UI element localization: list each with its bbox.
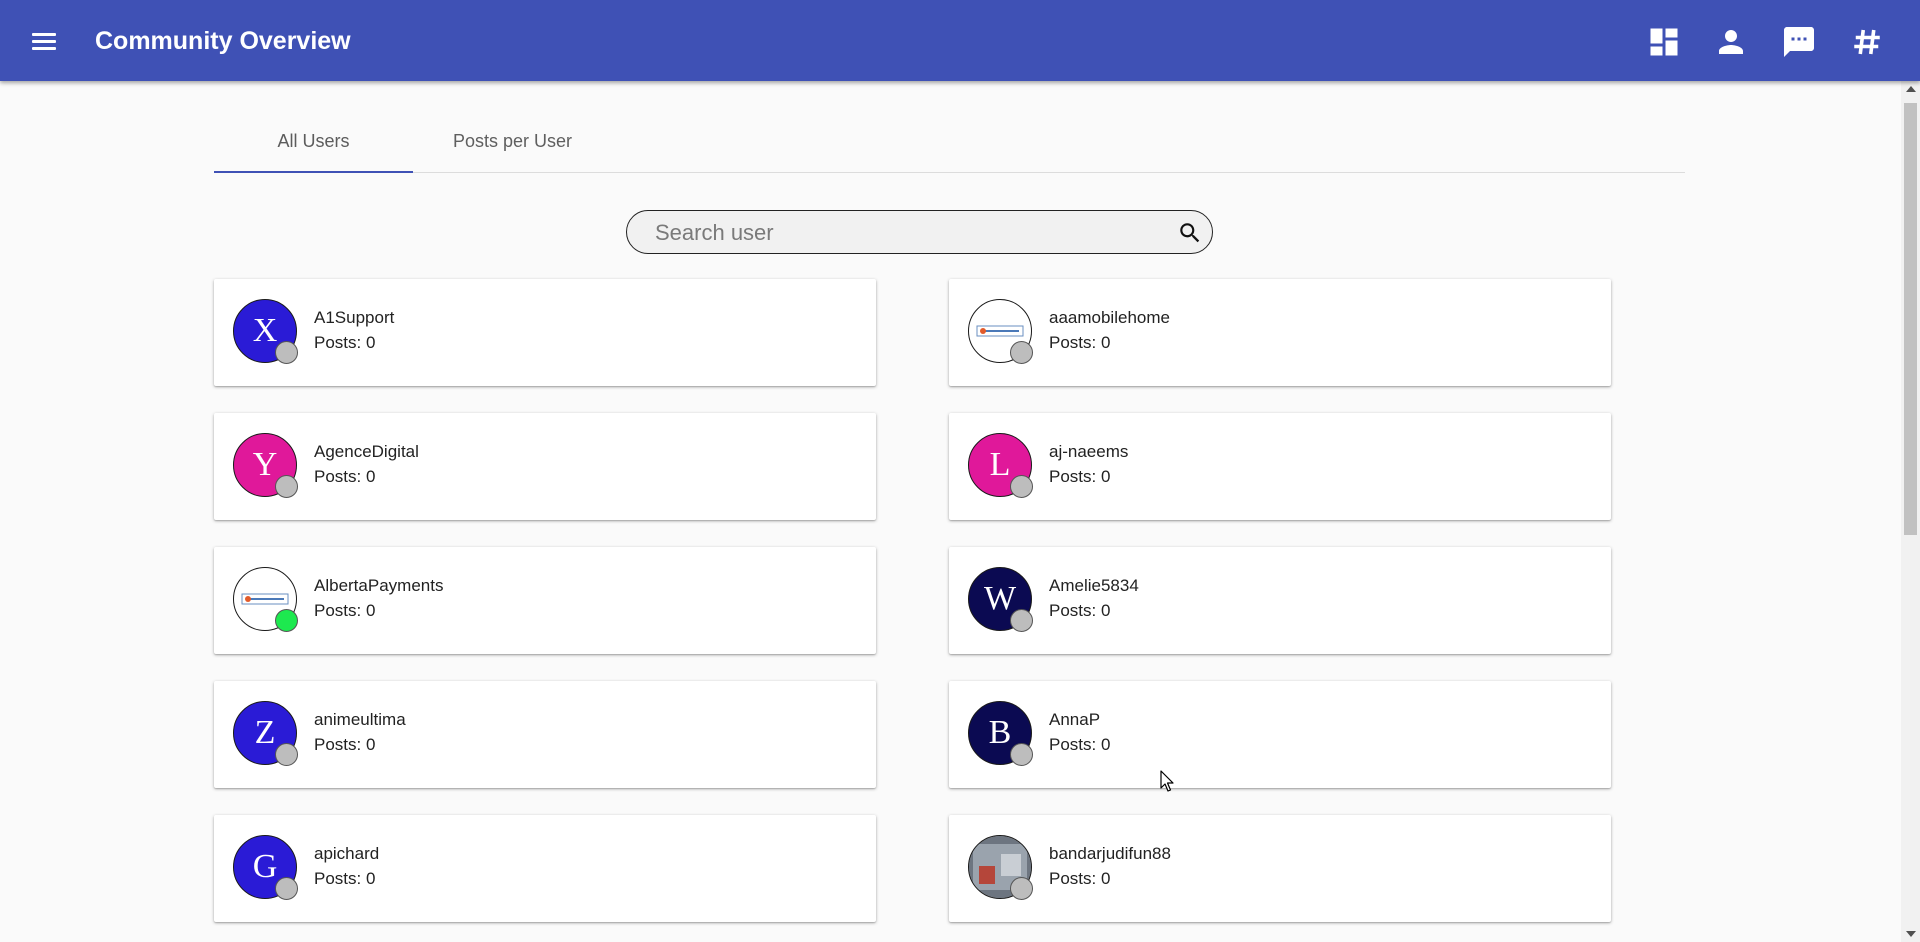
offline-status-indicator [1010, 877, 1033, 900]
offline-status-indicator [275, 743, 298, 766]
user-card[interactable]: bandarjudifun88 Posts: 0 [949, 815, 1611, 922]
avatar: G [233, 835, 298, 900]
user-name: apichard [314, 844, 380, 863]
user-card[interactable]: aaamobilehome Posts: 0 [949, 279, 1611, 386]
user-name: AnnaP [1049, 710, 1101, 729]
user-post-count: Posts: 0 [1049, 735, 1111, 754]
offline-status-indicator [1010, 743, 1033, 766]
tab-label: Posts per User [452, 131, 573, 151]
search-input[interactable] [653, 217, 1157, 249]
user-post-count: Posts: 0 [1049, 869, 1111, 888]
user-card[interactable]: Gapichard Posts: 0 [214, 815, 876, 922]
user-post-count: Posts: 0 [314, 333, 376, 352]
scroll-down-arrow-icon[interactable] [1901, 925, 1920, 942]
search-box [626, 210, 1213, 254]
avatar [233, 567, 298, 632]
user-card[interactable]: AlbertaPayments Posts: 0 [214, 547, 876, 654]
hamburger-menu-icon[interactable] [29, 26, 61, 58]
offline-status-indicator [275, 877, 298, 900]
avatar [968, 835, 1033, 900]
tab-label: All Users [277, 131, 350, 151]
user-post-count: Posts: 0 [314, 601, 376, 620]
user-post-count: Posts: 0 [1049, 601, 1111, 620]
user-card[interactable]: B AnnaP Posts: 0 [949, 681, 1611, 788]
user-post-count: Posts: 0 [314, 735, 376, 754]
avatar: X [233, 299, 298, 364]
scrollbar-thumb[interactable] [1904, 103, 1917, 535]
avatar: Z [233, 701, 298, 766]
user-post-count: Posts: 0 [1049, 467, 1111, 486]
user-name: AgenceDigital [314, 442, 419, 461]
user-name: bandarjudifun88 [1049, 844, 1171, 863]
user-name: Amelie5834 [1049, 576, 1139, 595]
user-card[interactable]: X A1Support Posts: 0 [214, 279, 876, 386]
offline-status-indicator [1010, 341, 1033, 364]
tab-all-users[interactable]: All Users [214, 112, 413, 173]
chat-icon[interactable] [1781, 24, 1817, 60]
page-title: Community Overview [95, 27, 351, 55]
online-status-indicator [275, 609, 298, 632]
user-name: A1Support [314, 308, 395, 327]
tab-posts-per-user[interactable]: Posts per User [413, 112, 612, 171]
app-bar: Community Overview [0, 0, 1920, 81]
user-card[interactable]: Zanimeultima Posts: 0 [214, 681, 876, 788]
user-name: aaamobilehome [1049, 308, 1170, 327]
avatar: B [968, 701, 1033, 766]
user-name: aj-naeems [1049, 442, 1129, 461]
mouse-cursor-icon [1160, 770, 1176, 794]
search-icon[interactable] [1177, 220, 1203, 246]
user-card[interactable]: Laj-naeems Posts: 0 [949, 413, 1611, 520]
user-name: AlbertaPayments [314, 576, 444, 595]
avatar: L [968, 433, 1033, 498]
offline-status-indicator [1010, 475, 1033, 498]
avatar [968, 299, 1033, 364]
offline-status-indicator [275, 341, 298, 364]
person-icon[interactable] [1713, 24, 1749, 60]
tab-bar: All Users Posts per User [214, 112, 1685, 173]
hashtag-icon[interactable] [1849, 24, 1885, 60]
scroll-up-arrow-icon[interactable] [1901, 81, 1920, 98]
vertical-scrollbar[interactable] [1901, 81, 1920, 942]
user-post-count: Posts: 0 [1049, 333, 1111, 352]
avatar: Y [233, 433, 298, 498]
user-post-count: Posts: 0 [314, 467, 376, 486]
offline-status-indicator [275, 475, 298, 498]
user-card[interactable]: W Amelie5834 Posts: 0 [949, 547, 1611, 654]
dashboard-icon[interactable] [1646, 24, 1682, 60]
avatar: W [968, 567, 1033, 632]
user-name: animeultima [314, 710, 406, 729]
offline-status-indicator [1010, 609, 1033, 632]
user-card[interactable]: Y AgenceDigital Posts: 0 [214, 413, 876, 520]
user-post-count: Posts: 0 [314, 869, 376, 888]
